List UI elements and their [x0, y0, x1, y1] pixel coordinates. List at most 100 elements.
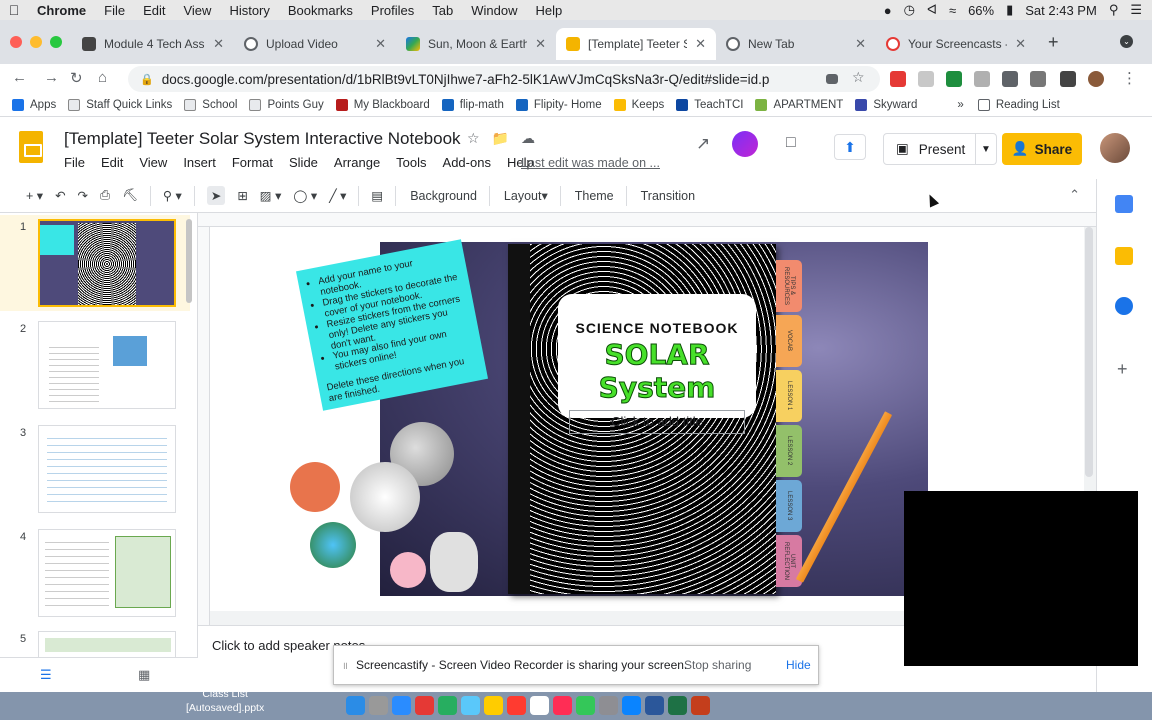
docs-menu-tools[interactable]: Tools	[388, 155, 434, 170]
divider-tab[interactable]: LESSON 2	[776, 425, 802, 477]
control-center-icon[interactable]: ☰	[1130, 2, 1142, 18]
launchpad-icon[interactable]	[369, 696, 388, 715]
divider-tab[interactable]: TIPS & RESOURCES	[776, 260, 802, 312]
keep-icon[interactable]	[1115, 247, 1133, 265]
cast-icon[interactable]	[1030, 71, 1046, 87]
line-icon[interactable]: ╱ ▾	[329, 188, 346, 203]
extension-icon[interactable]	[918, 71, 934, 87]
chrome-dock-icon[interactable]	[415, 696, 434, 715]
wifi-icon[interactable]: ≈	[949, 3, 956, 18]
layout-button[interactable]: Layout ▾	[504, 188, 548, 204]
pencil-image[interactable]	[795, 411, 893, 583]
composition-notebook-image[interactable]: SCIENCE NOTEBOOK SOLAR System Click to a…	[508, 244, 776, 594]
docs-menu-insert[interactable]: Insert	[175, 155, 224, 170]
new-tab-button[interactable]: +	[1048, 32, 1059, 53]
document-title[interactable]: [Template] Teeter Solar System Interacti…	[64, 129, 461, 149]
docs-menu-addons[interactable]: Add-ons	[435, 155, 499, 170]
slides-logo-icon[interactable]	[19, 131, 43, 163]
stop-sharing-button[interactable]: Stop sharing	[684, 658, 751, 672]
slide-thumbnail-4[interactable]: 4	[0, 525, 190, 621]
cake-sticker[interactable]	[390, 552, 426, 588]
divider-tab[interactable]: LESSON 1	[776, 370, 802, 422]
menu-file[interactable]: File	[95, 3, 134, 18]
time-machine-icon[interactable]: ◷	[904, 2, 915, 18]
docs-menu-slide[interactable]: Slide	[281, 155, 326, 170]
tab-template-teeter[interactable]: [Template] Teeter S ✕	[556, 28, 716, 60]
star-icon[interactable]: ☆	[467, 130, 480, 147]
reading-mode-icon[interactable]	[1060, 71, 1076, 87]
battery-percent[interactable]: 66%	[968, 3, 994, 18]
powerpoint-icon[interactable]	[691, 696, 710, 715]
redo-icon[interactable]: ↷	[78, 188, 88, 203]
reload-icon[interactable]: ↻	[70, 69, 83, 87]
bookmark-points-guy[interactable]: Points Guy	[249, 99, 324, 111]
present-button[interactable]: ▣ Present ▼	[883, 133, 997, 165]
bookmark-skyward[interactable]: Skyward	[855, 99, 917, 111]
docs-menu-format[interactable]: Format	[224, 155, 281, 170]
transition-button[interactable]: Transition	[641, 189, 695, 203]
divider-tab[interactable]: VOCAB	[776, 315, 802, 367]
bookmark-keeps[interactable]: Keeps	[613, 99, 664, 111]
finder-icon[interactable]	[346, 696, 365, 715]
extension-icon[interactable]	[974, 71, 990, 87]
collapse-toolbar-icon[interactable]: ⌃	[1069, 187, 1080, 203]
notes-icon[interactable]	[484, 696, 503, 715]
home-icon[interactable]: ⌂	[98, 69, 107, 86]
bookmark-school[interactable]: School	[184, 99, 237, 111]
music-icon[interactable]	[553, 696, 572, 715]
app-store-icon[interactable]	[622, 696, 641, 715]
menu-view[interactable]: View	[174, 3, 220, 18]
battery-icon[interactable]: ▮	[1006, 2, 1013, 18]
lock-icon[interactable]: 🔒	[140, 73, 154, 86]
bookmark-staff-quick-links[interactable]: Staff Quick Links	[68, 99, 172, 111]
close-tab-icon[interactable]: ✕	[213, 36, 224, 52]
spotlight-icon[interactable]: ⚲	[1109, 2, 1119, 18]
zoom-icon[interactable]: ⚲ ▾	[163, 188, 182, 203]
cloud-status-icon[interactable]: ☁	[521, 130, 535, 147]
slide-thumbnail-5[interactable]: 5	[0, 627, 190, 657]
tab-search-icon[interactable]: ⌄	[1120, 35, 1133, 48]
extension-icon[interactable]	[946, 71, 962, 87]
messages-icon[interactable]	[461, 696, 480, 715]
safari-icon[interactable]	[392, 696, 411, 715]
excel-icon[interactable]	[668, 696, 687, 715]
earth-sticker[interactable]	[310, 522, 356, 568]
slide-1[interactable]: SCIENCE NOTEBOOK SOLAR System Click to a…	[290, 239, 928, 596]
last-edit-link[interactable]: Last edit was made on ...	[521, 156, 660, 170]
undo-icon[interactable]: ↶	[55, 188, 65, 203]
bookmark-flipity-home[interactable]: Flipity- Home	[515, 99, 602, 111]
canvas-scrollbar[interactable]	[1085, 227, 1093, 477]
menu-bookmarks[interactable]: Bookmarks	[279, 3, 362, 18]
tab-your-screencasts[interactable]: Your Screencasts - ✕	[876, 28, 1036, 60]
zoom-window-button[interactable]	[50, 36, 62, 48]
theme-button[interactable]: Theme	[575, 189, 614, 203]
close-tab-icon[interactable]: ✕	[695, 36, 706, 52]
astronaut-small-sticker[interactable]	[430, 532, 478, 592]
menu-edit[interactable]: Edit	[134, 3, 174, 18]
docs-menu-file[interactable]: File	[56, 155, 93, 170]
comment-add-icon[interactable]: ▤	[371, 188, 383, 203]
slide-thumbnail-1[interactable]: 1	[0, 215, 190, 311]
user-avatar[interactable]	[1100, 133, 1130, 163]
photos-icon[interactable]	[530, 696, 549, 715]
add-addon-icon[interactable]: +	[1117, 359, 1128, 380]
print-icon[interactable]: ⎙	[100, 188, 110, 203]
tab-module-4[interactable]: Module 4 Tech Assi ✕	[72, 28, 234, 60]
docs-menu-view[interactable]: View	[131, 155, 175, 170]
slide-thumbnail-3[interactable]: 3	[0, 421, 190, 517]
minimize-window-button[interactable]	[30, 36, 42, 48]
background-button[interactable]: Background	[410, 189, 477, 203]
camera-icon[interactable]	[826, 74, 838, 84]
text-box-icon[interactable]: ⊞	[237, 188, 247, 203]
comments-icon[interactable]: □	[786, 134, 796, 152]
grid-view-icon[interactable]: ▦	[138, 667, 150, 683]
maps-icon[interactable]	[576, 696, 595, 715]
menu-history[interactable]: History	[220, 3, 278, 18]
directions-note[interactable]: Add your name to your notebook. Drag the…	[295, 239, 489, 411]
slide-thumbnail-2[interactable]: 2	[0, 317, 190, 413]
menu-profiles[interactable]: Profiles	[362, 3, 423, 18]
filmstrip-scrollbar[interactable]	[186, 219, 192, 303]
close-tab-icon[interactable]: ✕	[535, 36, 546, 52]
present-dropdown-icon[interactable]: ▼	[976, 144, 996, 155]
address-bar[interactable]: 🔒 docs.google.com/presentation/d/1bRlBt9…	[128, 66, 880, 92]
